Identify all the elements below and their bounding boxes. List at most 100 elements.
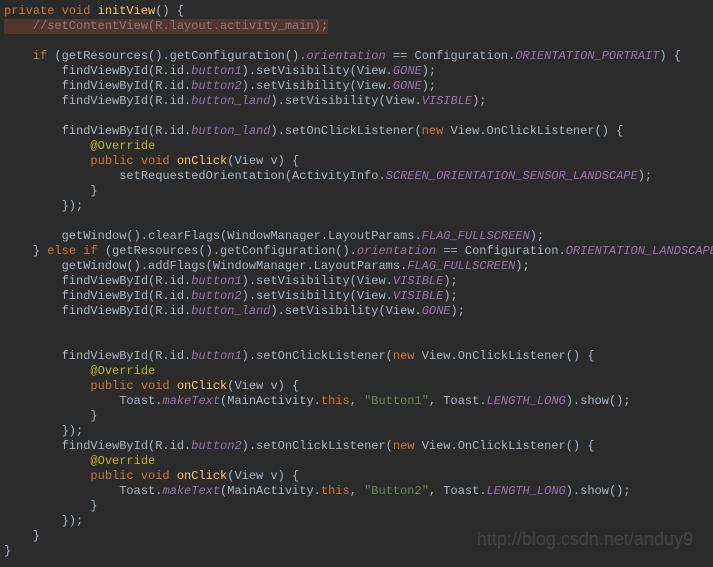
- watermark-text: http://blog.csdn.net/anduy9: [477, 532, 693, 547]
- code-token: onClick: [177, 469, 227, 483]
- code-line: public void onClick(View v) {: [4, 469, 713, 484]
- code-token: == Configuration.: [436, 244, 566, 258]
- code-token: );: [443, 274, 457, 288]
- code-token: );: [422, 79, 436, 93]
- code-token: ).setOnClickListener(: [242, 439, 393, 453]
- code-token: getWindow().addFlags(WindowManager.Layou…: [4, 259, 407, 273]
- code-token: getWindow().clearFlags(WindowManager.Lay…: [4, 229, 422, 243]
- code-token: @Override: [4, 454, 155, 468]
- code-token: (View v) {: [227, 379, 299, 393]
- code-token: private void: [4, 4, 98, 18]
- code-token: findViewById(R.id.: [4, 349, 191, 363]
- code-token: VISIBLE: [393, 289, 443, 303]
- code-token: ORIENTATION_LANDSCAPE: [566, 244, 713, 258]
- code-token: (View v) {: [227, 469, 299, 483]
- code-line: Toast.makeText(MainActivity.this, "Butto…: [4, 484, 713, 499]
- code-line: } else if (getResources().getConfigurati…: [4, 244, 713, 259]
- code-token: View.OnClickListener() {: [451, 124, 624, 138]
- code-token: GONE: [393, 79, 422, 93]
- code-token: ).setVisibility(View.: [242, 289, 393, 303]
- code-line: getWindow().clearFlags(WindowManager.Lay…: [4, 229, 713, 244]
- code-token: public void: [4, 154, 177, 168]
- code-token: }: [4, 409, 98, 423]
- code-line: [4, 319, 713, 334]
- code-token: ).setOnClickListener(: [242, 349, 393, 363]
- code-token: "Button2": [364, 484, 429, 498]
- code-token: button2: [191, 289, 241, 303]
- code-token: FLAG_FULLSCREEN: [422, 229, 530, 243]
- code-line: private void initView() {: [4, 4, 713, 19]
- code-token: ,: [350, 394, 364, 408]
- code-token: }: [4, 244, 47, 258]
- code-token: ).setVisibility(View.: [270, 304, 421, 318]
- code-token: == Configuration.: [386, 49, 516, 63]
- code-token: ,: [350, 484, 364, 498]
- code-token: button_land: [191, 304, 270, 318]
- code-token: button_land: [191, 124, 270, 138]
- code-token: VISIBLE: [393, 274, 443, 288]
- code-line: findViewById(R.id.button1).setVisibility…: [4, 64, 713, 79]
- code-token: () {: [155, 4, 184, 18]
- code-token: this: [321, 484, 350, 498]
- code-line: findViewById(R.id.button2).setVisibility…: [4, 289, 713, 304]
- code-token: );: [472, 94, 486, 108]
- code-token: ).setVisibility(View.: [242, 274, 393, 288]
- code-token: this: [321, 394, 350, 408]
- code-token: public void: [4, 379, 177, 393]
- code-token: makeText: [162, 484, 220, 498]
- code-editor[interactable]: private void initView() { //setContentVi…: [0, 0, 713, 559]
- code-line: });: [4, 424, 713, 439]
- code-line: @Override: [4, 139, 713, 154]
- code-token: findViewById(R.id.: [4, 94, 191, 108]
- code-token: View.OnClickListener() {: [422, 439, 595, 453]
- code-token: (getResources().getConfiguration().: [105, 244, 357, 258]
- code-token: SCREEN_ORIENTATION_SENSOR_LANDSCAPE: [386, 169, 638, 183]
- code-token: }: [4, 499, 98, 513]
- code-token: ORIENTATION_PORTRAIT: [515, 49, 659, 63]
- code-token: LENGTH_LONG: [487, 394, 566, 408]
- code-token: (View v) {: [227, 154, 299, 168]
- code-line: @Override: [4, 364, 713, 379]
- code-token: findViewById(R.id.: [4, 304, 191, 318]
- code-token: ).show();: [566, 394, 631, 408]
- code-line: [4, 214, 713, 229]
- code-line: findViewById(R.id.button_land).setOnClic…: [4, 124, 713, 139]
- code-line: setRequestedOrientation(ActivityInfo.SCR…: [4, 169, 713, 184]
- code-token: );: [422, 64, 436, 78]
- code-token: new: [393, 349, 422, 363]
- code-token: LENGTH_LONG: [487, 484, 566, 498]
- code-token: Toast.: [4, 394, 162, 408]
- code-token: });: [4, 199, 83, 213]
- code-token: makeText: [162, 394, 220, 408]
- code-line: findViewById(R.id.button1).setVisibility…: [4, 274, 713, 289]
- code-token: setRequestedOrientation(ActivityInfo.: [4, 169, 386, 183]
- code-token: (MainActivity.: [220, 394, 321, 408]
- code-token: button2: [191, 439, 241, 453]
- code-token: orientation: [357, 244, 436, 258]
- code-token: (getResources().getConfiguration().: [54, 49, 306, 63]
- code-token: button1: [191, 274, 241, 288]
- code-token: "Button1": [364, 394, 429, 408]
- code-token: ).setVisibility(View.: [242, 64, 393, 78]
- code-token: }: [4, 184, 98, 198]
- code-line: getWindow().addFlags(WindowManager.Layou…: [4, 259, 713, 274]
- code-line: });: [4, 514, 713, 529]
- code-token: findViewById(R.id.: [4, 439, 191, 453]
- code-token: ).show();: [566, 484, 631, 498]
- code-token: button1: [191, 349, 241, 363]
- code-token: if: [4, 49, 54, 63]
- code-token: FLAG_FULLSCREEN: [407, 259, 515, 273]
- code-token: onClick: [177, 379, 227, 393]
- code-token: });: [4, 514, 83, 528]
- code-token: });: [4, 424, 83, 438]
- code-token: findViewById(R.id.: [4, 124, 191, 138]
- code-line: }: [4, 499, 713, 514]
- code-line: }: [4, 409, 713, 424]
- code-line: });: [4, 199, 713, 214]
- code-token: ).setVisibility(View.: [242, 79, 393, 93]
- code-token: Toast.: [4, 484, 162, 498]
- code-line: public void onClick(View v) {: [4, 154, 713, 169]
- code-line: }: [4, 184, 713, 199]
- code-token: else if: [47, 244, 105, 258]
- code-line: Toast.makeText(MainActivity.this, "Butto…: [4, 394, 713, 409]
